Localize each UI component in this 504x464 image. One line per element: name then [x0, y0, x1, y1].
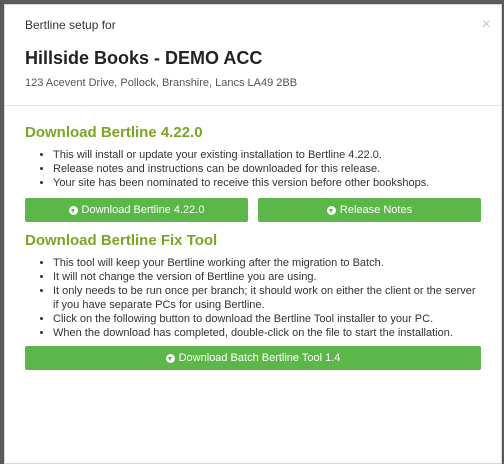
list-item: Click on the following button to downloa… [53, 312, 481, 326]
dialog-body: Download Bertline 4.22.0 This will insta… [5, 124, 501, 370]
download-circle-icon [326, 205, 336, 215]
download-bertline-button[interactable]: Download Bertline 4.22.0 [25, 198, 248, 222]
list-item: Release notes and instructions can be do… [53, 162, 481, 176]
dialog-subtitle: Bertline setup for [25, 18, 116, 32]
download-circle-icon [68, 205, 78, 215]
download-section-title: Download Bertline 4.22.0 [25, 124, 203, 141]
release-notes-label: Release Notes [339, 204, 413, 216]
list-item: When the download has completed, double-… [53, 326, 481, 340]
list-item: This tool will keep your Bertline workin… [53, 256, 481, 270]
list-item: This will install or update your existin… [53, 148, 481, 162]
download-circle-icon [165, 353, 175, 363]
release-notes-button[interactable]: Release Notes [258, 198, 481, 222]
download-button-row: Download Bertline 4.22.0 Release Notes [25, 198, 481, 222]
fix-tool-bullets: This tool will keep your Bertline workin… [25, 256, 481, 340]
bertline-setup-dialog: Bertline setup for × Hillside Books - DE… [4, 4, 502, 464]
shop-address: 123 Acevent Drive, Pollock, Branshire, L… [25, 77, 298, 89]
dialog-header: Bertline setup for × Hillside Books - DE… [5, 5, 501, 106]
download-bertline-label: Download Bertline 4.22.0 [81, 204, 205, 216]
download-bullets: This will install or update your existin… [25, 148, 481, 190]
shop-name: Hillside Books - DEMO ACC [25, 48, 263, 68]
list-item: Your site has been nominated to receive … [53, 176, 481, 190]
list-item: It only needs to be run once per branch;… [53, 284, 481, 312]
close-icon[interactable]: × [482, 17, 491, 33]
fix-tool-section-title: Download Bertline Fix Tool [25, 232, 218, 249]
download-batch-tool-button[interactable]: Download Batch Bertline Tool 1.4 [25, 346, 481, 370]
list-item: It will not change the version of Bertli… [53, 270, 481, 284]
download-batch-tool-label: Download Batch Bertline Tool 1.4 [178, 352, 341, 364]
